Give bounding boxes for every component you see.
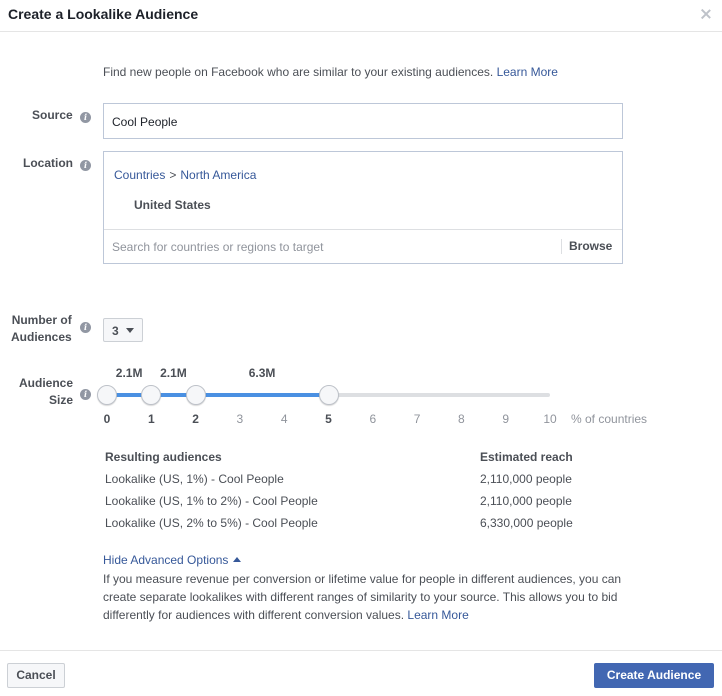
- percent-of-countries-label: % of countries: [571, 412, 648, 426]
- location-breadcrumb: Countries > North America: [114, 168, 256, 182]
- estimated-reach-header: Estimated reach: [480, 450, 573, 464]
- result-row-2-name: Lookalike (US, 1% to 2%) - Cool People: [105, 494, 318, 508]
- num-audiences-label-line1: Number of: [11, 313, 72, 327]
- intro-text: Find new people on Facebook who are simi…: [103, 65, 558, 79]
- slider-thumb-0[interactable]: [97, 385, 117, 405]
- result-row-1-name: Lookalike (US, 1%) - Cool People: [105, 472, 284, 486]
- slider-tick-9: 9: [502, 412, 510, 426]
- source-input[interactable]: Cool People: [103, 103, 623, 139]
- location-search-input[interactable]: Search for countries or regions to targe…: [112, 240, 323, 254]
- num-audiences-dropdown[interactable]: 3: [103, 318, 143, 342]
- chevron-down-icon: [126, 328, 134, 333]
- slider-reach-label-3: 6.3M: [248, 366, 276, 380]
- result-row-1-reach: 2,110,000 people: [480, 472, 572, 486]
- dialog-header: Create a Lookalike Audience: [0, 0, 722, 32]
- slider-tick-1: 1: [147, 412, 155, 426]
- audience-size-info-icon[interactable]: i: [80, 389, 91, 400]
- slider-tick-4: 4: [280, 412, 288, 426]
- slider-tick-3: 3: [236, 412, 244, 426]
- audience-size-label-line2: Size: [49, 393, 74, 407]
- audience-size-label: Audience Size: [19, 375, 73, 409]
- slider-thumb-2[interactable]: [185, 385, 206, 405]
- location-label: Location: [23, 156, 73, 170]
- hide-advanced-options-label: Hide Advanced Options: [103, 553, 229, 567]
- footer-divider: [0, 650, 722, 651]
- result-row-3-reach: 6,330,000 people: [480, 516, 573, 530]
- advanced-description-text: If you measure revenue per conversion or…: [103, 572, 622, 622]
- slider-tick-8: 8: [458, 412, 465, 426]
- intro-description: Find new people on Facebook who are simi…: [103, 65, 494, 79]
- breadcrumb-separator: >: [169, 168, 177, 182]
- audience-size-label-line1: Audience: [19, 376, 74, 390]
- chevron-up-icon: [233, 557, 242, 562]
- browse-divider: [561, 239, 562, 254]
- lookalike-dialog: Create a Lookalike Audience Find new peo…: [0, 0, 722, 696]
- location-info-icon[interactable]: i: [80, 160, 91, 171]
- create-audience-button[interactable]: Create Audience: [594, 663, 714, 688]
- slider-tick-2: 2: [192, 412, 199, 426]
- slider-tick-0: 0: [103, 412, 111, 426]
- browse-button[interactable]: Browse: [569, 239, 612, 253]
- slider-track-fill: [107, 393, 329, 397]
- result-row-3-name: Lookalike (US, 2% to 5%) - Cool People: [105, 516, 318, 530]
- num-audiences-label: Number of Audiences: [11, 312, 72, 346]
- source-label: Source: [32, 108, 73, 122]
- selected-country[interactable]: United States: [134, 198, 211, 212]
- slider-thumb-5[interactable]: [318, 385, 339, 405]
- num-audiences-value: 3: [112, 324, 119, 338]
- slider-tick-5: 5: [325, 412, 332, 426]
- result-row-2-reach: 2,110,000 people: [480, 494, 572, 508]
- close-icon[interactable]: [700, 8, 712, 20]
- advanced-description: If you measure revenue per conversion or…: [103, 570, 623, 624]
- slider-thumb-1[interactable]: [141, 385, 162, 405]
- slider-tick-6: 6: [369, 412, 377, 426]
- breadcrumb-countries[interactable]: Countries: [114, 168, 165, 182]
- slider-tick-10: 10: [543, 412, 557, 426]
- breadcrumb-north-america[interactable]: North America: [180, 168, 256, 182]
- slider-tick-7: 7: [413, 412, 421, 426]
- hide-advanced-options-link[interactable]: Hide Advanced Options: [103, 553, 242, 567]
- cancel-button[interactable]: Cancel: [7, 663, 65, 688]
- num-audiences-label-line2: Audiences: [11, 330, 72, 344]
- advanced-learn-more-link[interactable]: Learn More: [407, 608, 468, 622]
- dialog-title: Create a Lookalike Audience: [8, 6, 199, 22]
- num-audiences-info-icon[interactable]: i: [80, 322, 91, 333]
- slider-reach-label-2: 2.1M: [160, 366, 187, 380]
- resulting-audiences-header: Resulting audiences: [105, 450, 222, 464]
- source-value: Cool People: [112, 115, 178, 129]
- slider-reach-label-1: 2.1M: [115, 366, 143, 380]
- location-search-bar: Search for countries or regions to targe…: [104, 229, 622, 263]
- intro-learn-more-link[interactable]: Learn More: [497, 65, 558, 79]
- source-info-icon[interactable]: i: [80, 112, 91, 123]
- location-selector: Countries > North America United States Se…: [103, 151, 623, 264]
